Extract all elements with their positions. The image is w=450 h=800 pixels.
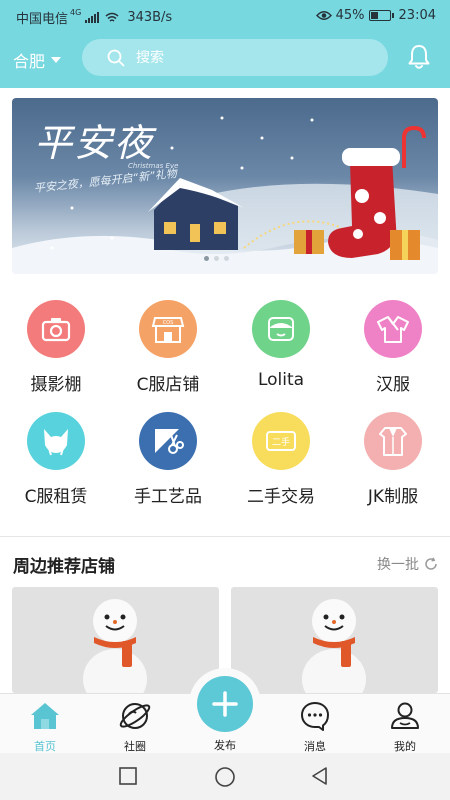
category-label: JK制服 <box>367 487 419 507</box>
banner-pagination <box>204 256 229 261</box>
publish-button[interactable] <box>197 676 253 732</box>
second-hand-icon: 二手 <box>252 412 310 470</box>
uniform-icon <box>364 412 422 470</box>
refresh-icon <box>425 557 437 570</box>
category-cos-rental[interactable]: C服租赁 <box>0 412 112 507</box>
search-bar[interactable] <box>82 39 388 76</box>
publish-label: 发布 <box>214 739 236 752</box>
message-icon <box>301 702 329 731</box>
nav-community[interactable]: 社圈 <box>90 694 180 754</box>
banner-title: 平安夜 <box>34 121 155 165</box>
city-label: 合肥 <box>13 52 46 71</box>
category-jk-uniform[interactable]: JK制服 <box>337 412 449 507</box>
home-icon <box>31 703 59 729</box>
recommended-header: 周边推荐店铺 换一批 <box>0 548 450 578</box>
snowman-image <box>83 599 147 693</box>
nav-label: 我的 <box>394 740 416 753</box>
page-dot <box>214 256 219 261</box>
category-second-hand[interactable]: 二手 二手交易 <box>225 412 337 507</box>
category-label: Lolita <box>257 370 305 390</box>
nav-profile[interactable]: 我的 <box>360 694 450 754</box>
search-row: 合肥 <box>0 38 450 78</box>
category-label: 汉服 <box>376 375 410 395</box>
section-divider <box>0 536 450 537</box>
wifi-icon <box>105 12 119 22</box>
category-label: 摄影棚 <box>30 375 82 395</box>
category-label: 手工艺品 <box>134 487 202 507</box>
page-dot <box>204 256 209 261</box>
section-title: 周边推荐店铺 <box>13 557 115 577</box>
header-band: 中国电信 4G 343B/s 45% 23:04 合肥 搜索 <box>0 0 450 88</box>
category-handicraft[interactable]: 手工艺品 <box>112 412 224 507</box>
chevron-down-icon <box>51 57 62 63</box>
bell-icon[interactable] <box>404 42 434 72</box>
network-label: 4G <box>70 8 82 17</box>
battery-icon <box>368 10 394 21</box>
category-label: C服店铺 <box>136 375 200 395</box>
hanfu-icon <box>364 300 422 358</box>
eye-icon <box>315 11 332 20</box>
refresh-button[interactable]: 换一批 <box>377 554 438 574</box>
category-studio[interactable]: 摄影棚 <box>0 300 112 395</box>
store-card[interactable] <box>12 587 219 693</box>
recent-apps-icon[interactable] <box>118 766 138 786</box>
craft-scissors-icon <box>139 412 197 470</box>
signal-icon <box>85 12 100 23</box>
battery-percent: 45% <box>335 8 365 23</box>
system-nav-bar <box>0 753 450 800</box>
page-dot <box>224 256 229 261</box>
refresh-label: 换一批 <box>377 557 419 573</box>
profile-icon <box>391 702 419 729</box>
planet-icon <box>119 703 151 729</box>
category-label: 二手交易 <box>247 487 315 507</box>
category-lolita[interactable]: Lolita <box>225 300 337 390</box>
clock: 23:04 <box>398 8 436 23</box>
plus-icon <box>212 691 238 717</box>
home-circle-icon[interactable] <box>214 766 236 788</box>
city-selector[interactable]: 合肥 <box>13 48 62 72</box>
status-bar: 中国电信 4G 343B/s 45% 23:04 <box>0 0 450 32</box>
cat-ears-icon <box>27 412 85 470</box>
back-icon[interactable] <box>310 766 330 786</box>
nav-home[interactable]: 首页 <box>0 694 90 754</box>
category-hanfu[interactable]: 汉服 <box>337 300 449 395</box>
camera-icon <box>27 300 85 358</box>
search-input[interactable] <box>136 49 356 66</box>
lolita-icon <box>252 300 310 358</box>
nav-label: 消息 <box>304 740 326 753</box>
snowman-image <box>302 599 366 693</box>
svg-text:COS: COS <box>163 320 174 326</box>
carrier-label: 中国电信 <box>16 12 69 27</box>
shop-icon: COS <box>139 300 197 358</box>
net-speed: 343B/s <box>127 10 173 25</box>
nav-label: 社圈 <box>124 740 146 753</box>
store-card[interactable] <box>231 587 438 693</box>
category-cos-shop[interactable]: COS C服店铺 <box>112 300 224 395</box>
nav-messages[interactable]: 消息 <box>270 694 360 754</box>
svg-text:二手: 二手 <box>272 436 290 448</box>
promo-banner[interactable]: 平安夜 Christmas Eve 平安之夜，愿每开启“新”礼物 <box>12 98 438 274</box>
search-icon <box>107 49 125 66</box>
category-label: C服租赁 <box>24 487 88 507</box>
nav-label: 首页 <box>34 740 56 753</box>
app-screen: 中国电信 4G 343B/s 45% 23:04 合肥 搜索 平安夜 Chris… <box>0 0 450 800</box>
